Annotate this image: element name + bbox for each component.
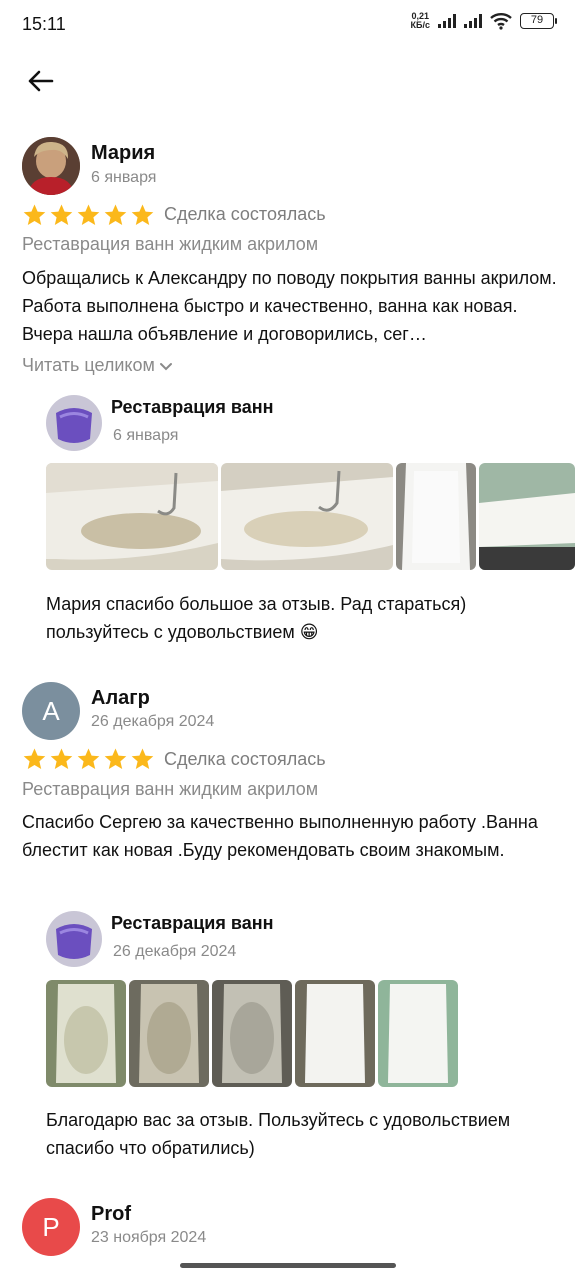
reply-date: 6 января	[113, 427, 179, 444]
seller-avatar[interactable]	[46, 395, 102, 451]
deal-status: Сделка состоялась	[164, 204, 326, 224]
avatar[interactable]: P	[22, 1198, 80, 1256]
star-icon	[104, 204, 127, 225]
read-more-button[interactable]: Читать целиком	[22, 355, 173, 376]
rating-stars	[22, 747, 155, 771]
seller-logo	[46, 911, 102, 967]
status-bar: 15:11 0,21 КБ/с 79	[0, 0, 576, 48]
signal-icon	[464, 14, 482, 28]
review-date: 23 ноября 2024	[91, 1229, 207, 1246]
battery-icon: 79	[520, 13, 557, 29]
photo-thumbnail[interactable]	[46, 463, 218, 570]
status-icons: 0,21 КБ/с 79	[410, 11, 557, 30]
review-text: Спасибо Сергею за качественно выполненну…	[22, 812, 538, 860]
avatar[interactable]	[22, 137, 80, 195]
reply-date: 26 декабря 2024	[113, 943, 237, 960]
photo-thumbnail[interactable]	[212, 980, 292, 1087]
avatar-letter: P	[42, 1211, 60, 1242]
photo-thumbnail[interactable]	[129, 980, 209, 1087]
photo-thumbnail[interactable]	[479, 463, 575, 570]
chevron-down-icon	[159, 362, 172, 370]
signal-icon	[438, 14, 456, 28]
photo-thumbnail[interactable]	[46, 980, 126, 1087]
review-author[interactable]: Prof	[91, 1203, 131, 1226]
star-icon	[104, 748, 127, 769]
star-icon	[23, 204, 46, 225]
review-author[interactable]: Мария	[91, 142, 155, 165]
avatar-letter: А	[42, 695, 60, 726]
star-icon	[131, 204, 154, 225]
service-name: Реставрация ванн жидким акрилом	[22, 779, 319, 799]
review-text: Обращались к Александру по поводу покрыт…	[22, 268, 557, 344]
avatar[interactable]: А	[22, 682, 80, 740]
deal-status: Сделка состоялась	[164, 749, 326, 769]
read-more-label: Читать целиком	[22, 355, 155, 375]
reply-author: Реставрация ванн	[111, 397, 274, 417]
review-date: 26 декабря 2024	[91, 713, 215, 730]
home-indicator[interactable]	[180, 1263, 396, 1268]
network-speed: 0,21 КБ/с	[410, 11, 430, 30]
star-icon	[50, 204, 73, 225]
star-icon	[50, 748, 73, 769]
rating-stars	[22, 203, 155, 227]
star-icon	[131, 748, 154, 769]
user-photo	[22, 137, 80, 195]
reply-author: Реставрация ванн	[111, 913, 274, 933]
photo-thumbnail[interactable]	[221, 463, 393, 570]
back-button[interactable]	[26, 66, 56, 96]
reply-text: Мария спасибо большое за отзыв. Рад стар…	[46, 594, 467, 642]
review-author[interactable]: Алагр	[91, 687, 150, 710]
reply-text: Благодарю вас за отзыв. Пользуйтесь с уд…	[46, 1110, 511, 1158]
review-date: 6 января	[91, 169, 157, 186]
photo-gallery[interactable]	[46, 463, 576, 570]
wifi-icon	[490, 13, 512, 30]
photo-gallery[interactable]	[46, 980, 466, 1087]
photo-thumbnail[interactable]	[396, 463, 476, 570]
status-time: 15:11	[22, 14, 66, 34]
seller-logo	[46, 395, 102, 451]
service-name: Реставрация ванн жидким акрилом	[22, 234, 319, 254]
seller-avatar[interactable]	[46, 911, 102, 967]
star-icon	[77, 748, 100, 769]
photo-thumbnail[interactable]	[378, 980, 458, 1087]
star-icon	[77, 204, 100, 225]
photo-thumbnail[interactable]	[295, 980, 375, 1087]
star-icon	[23, 748, 46, 769]
arrow-left-icon	[28, 70, 54, 92]
